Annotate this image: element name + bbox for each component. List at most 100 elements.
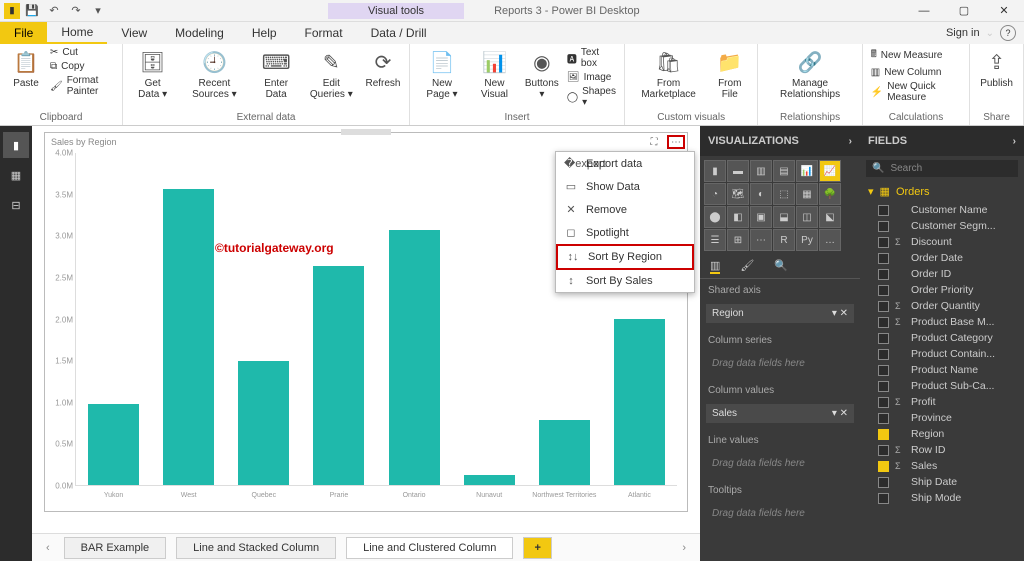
close-button[interactable]: ✕ [984,0,1024,22]
new-measure-button[interactable]: 🖩New Measure [869,46,963,65]
bar-quebec[interactable] [238,361,289,486]
chevron-down-icon[interactable]: ⌄ [986,28,994,39]
undo-icon[interactable]: ↶ [44,1,64,21]
minimize-button[interactable]: — [904,0,944,22]
image-button[interactable]: 🖼Image [565,71,618,84]
menu-home[interactable]: Home [47,22,107,44]
maximize-button[interactable]: ▢ [944,0,984,22]
checkbox[interactable] [878,205,889,216]
checkbox[interactable] [878,221,889,232]
collapse-fields-panel-icon[interactable]: › [1013,136,1016,147]
checkbox[interactable] [878,429,889,440]
ctx-item-sort-by-sales[interactable]: ↕Sort By Sales [556,270,694,292]
viz-type-icon[interactable]: 📈 [819,160,841,182]
viz-type-icon[interactable]: ⊞ [727,229,749,251]
from-marketplace-button[interactable]: 🛍From Marketplace [631,46,706,102]
checkbox[interactable] [878,461,889,472]
tab-nav-left[interactable]: ‹ [42,542,54,554]
checkbox[interactable] [878,237,889,248]
analytics-tab-icon[interactable]: 🔍 [774,259,788,274]
bar-atlantic[interactable] [614,319,665,485]
bar-northwest-territories[interactable] [539,420,590,485]
viz-type-icon[interactable]: 🌳 [819,183,841,205]
chart-visual[interactable]: Sales by Region ⛶ ⋯ �exportExport data▭S… [44,132,688,512]
cut-button[interactable]: ✂Cut [48,46,116,59]
format-tab-icon[interactable]: 🖌 [740,259,754,274]
viz-type-icon[interactable]: 📊 [796,160,818,182]
file-menu[interactable]: File [0,22,47,44]
ctx-item-sort-by-region[interactable]: ↕↓Sort By Region [556,244,694,270]
shapes-button[interactable]: ◯Shapes ▾ [565,85,618,109]
tooltips-well[interactable]: Drag data fields here [706,504,854,523]
field-ship-mode[interactable]: Ship Mode [860,490,1024,506]
field-product-contain-[interactable]: Product Contain... [860,346,1024,362]
field-ship-date[interactable]: Ship Date [860,474,1024,490]
checkbox[interactable] [878,269,889,280]
ctx-item-remove[interactable]: ✕Remove [556,198,694,221]
new-column-button[interactable]: ▥New Column [869,66,963,79]
checkbox[interactable] [878,285,889,296]
enter-data-button[interactable]: ⌨Enter Data [253,46,300,102]
bar-yukon[interactable] [88,404,139,485]
menu-format[interactable]: Format [291,22,357,44]
checkbox[interactable] [878,493,889,504]
field-profit[interactable]: ΣProfit [860,394,1024,410]
checkbox[interactable] [878,381,889,392]
field-sales[interactable]: ΣSales [860,458,1024,474]
viz-type-icon[interactable]: ◫ [796,206,818,228]
redo-icon[interactable]: ↷ [66,1,86,21]
bar-west[interactable] [163,189,214,485]
new-page-button[interactable]: 📄New Page ▾ [416,46,468,102]
viz-type-icon[interactable]: ▣ [750,206,772,228]
qat-dropdown-icon[interactable]: ▾ [88,1,108,21]
field-product-sub-ca-[interactable]: Product Sub-Ca... [860,378,1024,394]
field-customer-segm-[interactable]: Customer Segm... [860,218,1024,234]
shared-axis-well[interactable]: Region▾ ✕ [706,304,854,323]
help-icon[interactable]: ? [1000,25,1016,41]
checkbox[interactable] [878,413,889,424]
checkbox[interactable] [878,253,889,264]
viz-type-icon[interactable]: ◐ [750,183,772,205]
viz-type-icon[interactable]: ◧ [727,206,749,228]
menu-modeling[interactable]: Modeling [161,22,238,44]
page-tab-line-and-stacked-column[interactable]: Line and Stacked Column [176,537,336,559]
viz-type-icon[interactable]: ▥ [750,160,772,182]
checkbox[interactable] [878,333,889,344]
viz-type-icon[interactable]: ▬ [727,160,749,182]
column-values-well[interactable]: Sales▾ ✕ [706,404,854,423]
get-data-button[interactable]: 🗄Get Data ▾ [129,46,176,102]
checkbox[interactable] [878,397,889,408]
bar-ontario[interactable] [389,230,440,485]
more-options-button[interactable]: ⋯ [667,135,685,149]
publish-button[interactable]: ⇪Publish [976,46,1017,91]
page-tab-line-and-clustered-column[interactable]: Line and Clustered Column [346,537,513,559]
tab-nav-right[interactable]: › [678,542,690,554]
manage-relationships-button[interactable]: 🔗Manage Relationships [764,46,855,102]
bar-nunavut[interactable] [464,475,515,485]
save-icon[interactable]: 💾 [22,1,42,21]
field-product-base-m-[interactable]: ΣProduct Base M... [860,314,1024,330]
viz-type-icon[interactable]: ⬚ [773,183,795,205]
from-file-button[interactable]: 📁From File [708,46,751,102]
data-view-button[interactable]: ▦ [3,162,29,188]
add-page-button[interactable]: + [523,537,551,559]
recent-sources-button[interactable]: 🕘Recent Sources ▾ [178,46,250,102]
viz-type-icon[interactable]: 🗺 [727,183,749,205]
viz-type-icon[interactable]: … [819,229,841,251]
ctx-item-export-data[interactable]: �exportExport data [556,152,694,175]
fields-search-input[interactable]: 🔍 Search [866,160,1018,177]
model-view-button[interactable]: ⊟ [3,192,29,218]
viz-type-icon[interactable]: Py [796,229,818,251]
viz-type-icon[interactable]: ⋯ [750,229,772,251]
ctx-item-show-data[interactable]: ▭Show Data [556,175,694,198]
fields-tab-icon[interactable]: ▥ [710,259,720,274]
field-order-id[interactable]: Order ID [860,266,1024,282]
checkbox[interactable] [878,317,889,328]
viz-type-icon[interactable]: ▮ [704,160,726,182]
checkbox[interactable] [878,445,889,456]
menu-help[interactable]: Help [238,22,291,44]
field-region[interactable]: Region [860,426,1024,442]
menu-data-drill[interactable]: Data / Drill [357,22,441,44]
visual-drag-handle[interactable] [341,129,391,135]
checkbox[interactable] [878,365,889,376]
